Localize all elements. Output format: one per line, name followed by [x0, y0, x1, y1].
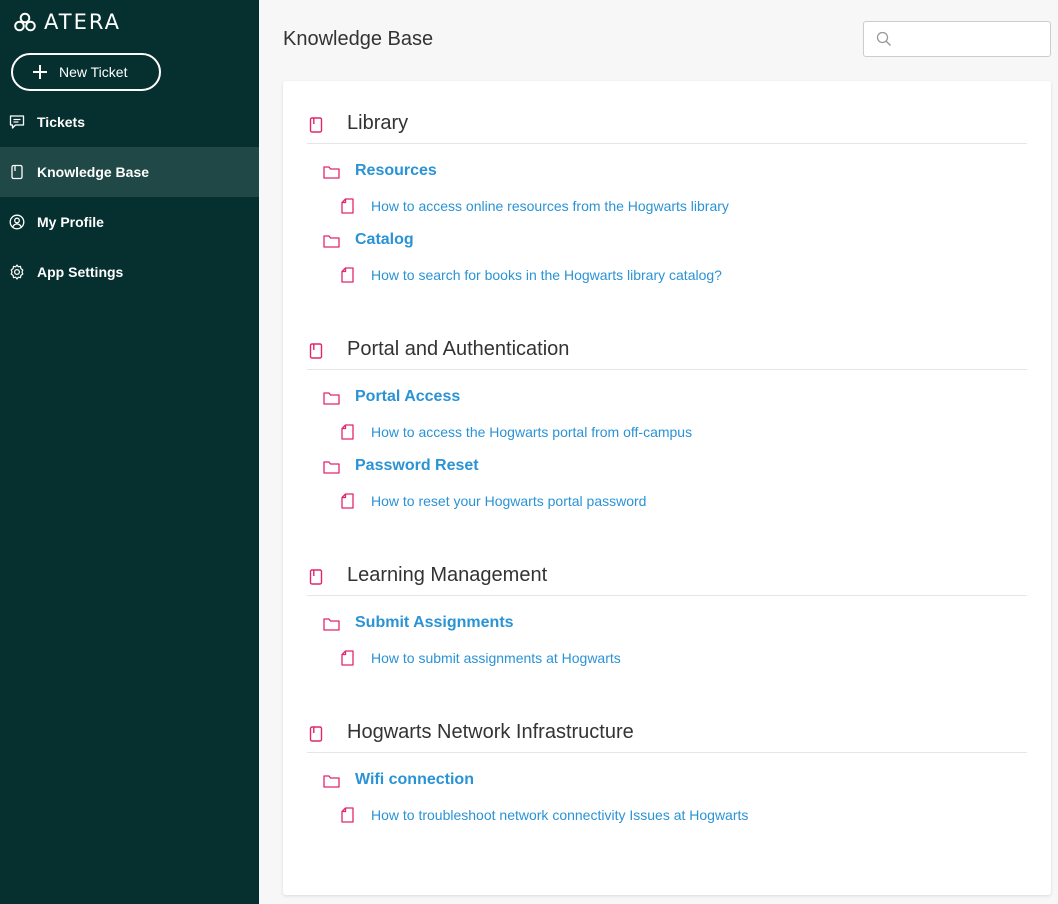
book-icon: [309, 569, 323, 590]
book-icon: [309, 343, 323, 364]
article-link[interactable]: How to reset your Hogwarts portal passwo…: [371, 493, 646, 509]
sidebar-nav: Tickets Knowledge Base My Profile App Se…: [0, 97, 259, 297]
folder-title[interactable]: Password Reset: [355, 457, 479, 475]
folder-row[interactable]: Wifi connection: [307, 763, 1027, 799]
sidebar-item-label: Knowledge Base: [37, 164, 150, 180]
sidebar-item-label: My Profile: [37, 214, 104, 230]
article-row[interactable]: How to troubleshoot network connectivity…: [307, 799, 1027, 832]
new-ticket-button[interactable]: New Ticket: [11, 53, 161, 91]
kb-section-library: Library Resources How to access online r…: [307, 106, 1027, 292]
section-title: Hogwarts Network Infrastructure: [347, 721, 634, 743]
sidebar: ATERA New Ticket Tickets Knowledge Base …: [0, 0, 259, 904]
folder-row[interactable]: Submit Assignments: [307, 606, 1027, 642]
document-icon: [341, 198, 354, 219]
section-title: Portal and Authentication: [347, 338, 570, 360]
article-row[interactable]: How to access online resources from the …: [307, 190, 1027, 223]
folder-icon: [323, 774, 340, 793]
book-icon: [309, 117, 323, 138]
sidebar-item-tickets[interactable]: Tickets: [0, 97, 259, 147]
folder-icon: [323, 391, 340, 410]
section-header: Learning Management: [307, 558, 1027, 596]
article-link[interactable]: How to search for books in the Hogwarts …: [371, 267, 722, 283]
atera-logo-icon: [14, 12, 36, 32]
document-icon: [341, 807, 354, 828]
folder-title[interactable]: Catalog: [355, 231, 414, 249]
article-link[interactable]: How to submit assignments at Hogwarts: [371, 650, 621, 666]
folder-row[interactable]: Portal Access: [307, 380, 1027, 416]
atera-logo[interactable]: ATERA: [14, 10, 121, 34]
section-title: Learning Management: [347, 564, 548, 586]
folder-icon: [323, 165, 340, 184]
search-icon: [876, 31, 892, 47]
sidebar-item-app-settings[interactable]: App Settings: [0, 247, 259, 297]
sidebar-item-label: App Settings: [37, 264, 124, 280]
atera-logo-text: ATERA: [44, 10, 121, 34]
article-row[interactable]: How to reset your Hogwarts portal passwo…: [307, 485, 1027, 518]
user-icon: [9, 214, 25, 230]
section-header: Library: [307, 106, 1027, 144]
sidebar-item-my-profile[interactable]: My Profile: [0, 197, 259, 247]
kb-section-network-infrastructure: Hogwarts Network Infrastructure Wifi con…: [307, 715, 1027, 832]
folder-icon: [323, 234, 340, 253]
section-header: Hogwarts Network Infrastructure: [307, 715, 1027, 753]
article-link[interactable]: How to troubleshoot network connectivity…: [371, 807, 748, 823]
new-ticket-label: New Ticket: [59, 64, 128, 80]
folder-row[interactable]: Resources: [307, 154, 1027, 190]
folder-row[interactable]: Password Reset: [307, 449, 1027, 485]
sidebar-item-label: Tickets: [37, 114, 85, 130]
search-input[interactable]: [898, 31, 1048, 47]
gear-icon: [9, 264, 25, 280]
article-link[interactable]: How to access the Hogwarts portal from o…: [371, 424, 692, 440]
document-icon: [341, 650, 354, 671]
book-icon: [309, 726, 323, 747]
document-icon: [341, 267, 354, 288]
sidebar-item-knowledge-base[interactable]: Knowledge Base: [0, 147, 259, 197]
article-row[interactable]: How to submit assignments at Hogwarts: [307, 642, 1027, 675]
section-header: Portal and Authentication: [307, 332, 1027, 370]
section-title: Library: [347, 112, 409, 134]
plus-icon: [33, 65, 47, 79]
folder-title[interactable]: Submit Assignments: [355, 614, 514, 632]
folder-icon: [323, 460, 340, 479]
kb-section-learning-management: Learning Management Submit Assignments H…: [307, 558, 1027, 675]
document-icon: [341, 424, 354, 445]
folder-row[interactable]: Catalog: [307, 223, 1027, 259]
article-link[interactable]: How to access online resources from the …: [371, 198, 729, 214]
folder-title[interactable]: Portal Access: [355, 388, 460, 406]
document-icon: [341, 493, 354, 514]
folder-icon: [323, 617, 340, 636]
kb-section-portal-authentication: Portal and Authentication Portal Access …: [307, 332, 1027, 518]
article-row[interactable]: How to search for books in the Hogwarts …: [307, 259, 1027, 292]
folder-title[interactable]: Wifi connection: [355, 771, 474, 789]
book-icon: [9, 164, 25, 180]
page-title: Knowledge Base: [283, 28, 434, 50]
article-row[interactable]: How to access the Hogwarts portal from o…: [307, 416, 1027, 449]
search-box[interactable]: [863, 21, 1051, 57]
knowledge-base-card: Library Resources How to access online r…: [283, 81, 1051, 895]
folder-title[interactable]: Resources: [355, 162, 437, 180]
chat-icon: [9, 114, 25, 130]
